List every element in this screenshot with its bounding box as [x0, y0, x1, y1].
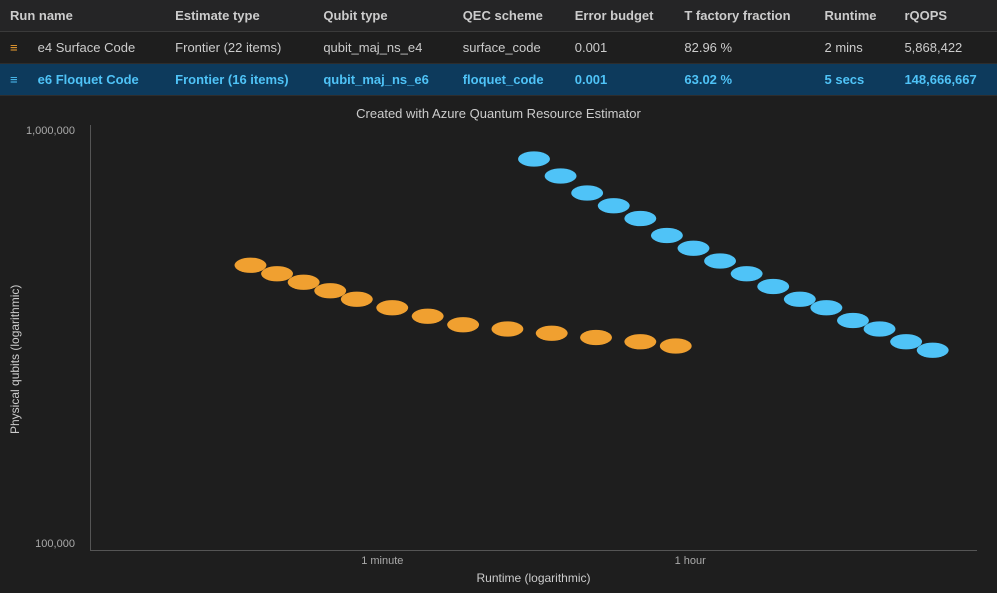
scatter-point [491, 321, 523, 336]
x-tick-hour: 1 hour [675, 555, 706, 567]
cell-qec-scheme: surface_code [453, 32, 565, 64]
scatter-point [314, 283, 346, 298]
x-tick-minute: 1 minute [361, 555, 403, 567]
cell-error-budget: 0.001 [565, 64, 675, 96]
scatter-point [757, 279, 789, 294]
scatter-point [624, 211, 656, 226]
cell-qubit-type: qubit_maj_ns_e6 [313, 64, 452, 96]
cell-error-budget: 0.001 [565, 32, 675, 64]
scatter-point [571, 185, 603, 200]
cell-estimate-type: Frontier (22 items) [165, 32, 313, 64]
results-table: Run name Estimate type Qubit type QEC sc… [0, 0, 997, 96]
scatter-point [917, 343, 949, 358]
row-icon: ≡ [10, 72, 30, 87]
scatter-point [518, 151, 550, 166]
scatter-point [890, 334, 922, 349]
cell-rqops: 5,868,422 [894, 32, 997, 64]
col-header-error-budget: Error budget [565, 0, 675, 32]
scatter-plot [91, 125, 977, 550]
col-header-run-name: Run name [0, 0, 165, 32]
cell-run-name: ≡ e6 Floquet Code [0, 64, 165, 96]
col-header-qec-scheme: QEC scheme [453, 0, 565, 32]
col-header-rqops: rQOPS [894, 0, 997, 32]
table-header-row: Run name Estimate type Qubit type QEC sc… [0, 0, 997, 32]
scatter-point [810, 300, 842, 315]
table-row[interactable]: ≡ e4 Surface Code Frontier (22 items) qu… [0, 32, 997, 64]
scatter-point [704, 253, 736, 268]
chart-wrapper: Physical qubits (logarithmic) 1,000,000 … [0, 125, 997, 593]
cell-estimate-type: Frontier (16 items) [165, 64, 313, 96]
scatter-point [288, 275, 320, 290]
cell-runtime: 5 secs [815, 64, 895, 96]
cell-run-name: ≡ e4 Surface Code [0, 32, 165, 64]
cell-runtime: 2 mins [815, 32, 895, 64]
chart-area: Created with Azure Quantum Resource Esti… [0, 96, 997, 593]
col-header-estimate-type: Estimate type [165, 0, 313, 32]
col-header-qubit-type: Qubit type [313, 0, 452, 32]
cell-rqops: 148,666,667 [894, 64, 997, 96]
scatter-point [376, 300, 408, 315]
scatter-point [660, 338, 692, 353]
cell-t-factory-fraction: 82.96 % [674, 32, 814, 64]
scatter-point [731, 266, 763, 281]
chart-plot: 1,000,000 100,000 [90, 125, 977, 551]
scatter-point [261, 266, 293, 281]
scatter-point [235, 258, 267, 273]
main-content: Run name Estimate type Qubit type QEC sc… [0, 0, 997, 593]
scatter-point [341, 292, 373, 307]
cell-t-factory-fraction: 63.02 % [674, 64, 814, 96]
y-axis-label: Physical qubits (logarithmic) [0, 125, 30, 593]
table-row[interactable]: ≡ e6 Floquet Code Frontier (16 items) qu… [0, 64, 997, 96]
chart-title: Created with Azure Quantum Resource Esti… [0, 106, 997, 121]
col-header-t-factory-fraction: T factory fraction [674, 0, 814, 32]
row-icon: ≡ [10, 40, 30, 55]
chart-inner: 1,000,000 100,000 1 minute 1 hour Runtim… [30, 125, 997, 593]
y-tick-bottom: 100,000 [26, 538, 81, 550]
scatter-point [864, 321, 896, 336]
cell-qubit-type: qubit_maj_ns_e4 [313, 32, 452, 64]
scatter-point [784, 292, 816, 307]
scatter-point [651, 228, 683, 243]
scatter-point [545, 168, 577, 183]
y-tick-top: 1,000,000 [26, 125, 81, 137]
scatter-point [580, 330, 612, 345]
cell-qec-scheme: floquet_code [453, 64, 565, 96]
col-header-runtime: Runtime [815, 0, 895, 32]
scatter-point [447, 317, 479, 332]
x-axis-ticks: 1 minute 1 hour [90, 551, 977, 567]
scatter-point [536, 326, 568, 341]
x-axis-label: Runtime (logarithmic) [90, 567, 977, 593]
scatter-point [837, 313, 869, 328]
scatter-point [412, 309, 444, 324]
scatter-point [598, 198, 630, 213]
scatter-point [624, 334, 656, 349]
y-tick-labels: 1,000,000 100,000 [26, 125, 81, 550]
run-name-value: e6 Floquet Code [38, 72, 139, 87]
scatter-point [678, 241, 710, 256]
table-container: Run name Estimate type Qubit type QEC sc… [0, 0, 997, 96]
run-name-value: e4 Surface Code [38, 40, 136, 55]
